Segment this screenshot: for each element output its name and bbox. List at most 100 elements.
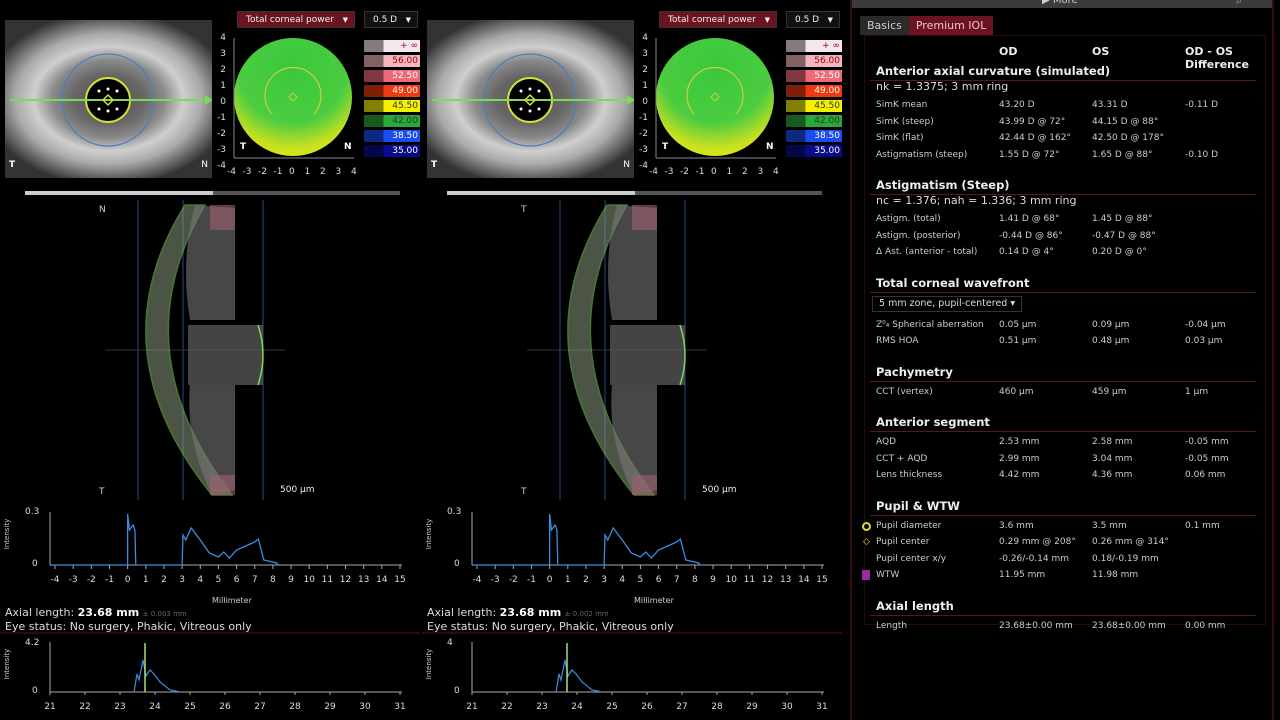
axis-tick: 25 — [184, 702, 196, 712]
table-row: WTW 11.95 mm 11.98 mm — [862, 570, 1256, 582]
axis-tick: -3 — [68, 575, 78, 585]
label: Axial length: — [5, 606, 75, 619]
axis-tick: 1 — [142, 575, 149, 585]
axis-tick: 25 — [606, 702, 618, 712]
difference-value: 0.1 mm — [1185, 520, 1220, 531]
axis-tick: 14 — [798, 575, 810, 585]
table-row: Astigm. (posterior) -0.44 D @ 86° -0.47 D … — [876, 231, 1256, 243]
dropdown-value: 5 mm zone, pupil-centered — [879, 297, 1008, 309]
axis-tick: 26 — [219, 702, 231, 712]
row-label: Astigm. (posterior) — [876, 230, 961, 241]
table-row: Δ Ast. (anterior - total) 0.14 D @ 4° 0.20… — [876, 247, 1256, 259]
row-label: SimK (flat) — [876, 133, 924, 143]
axis-tick: 24 — [571, 702, 583, 712]
axis-tick: 0 — [32, 686, 38, 696]
od-value: -0.26/-0.14 mm — [999, 553, 1070, 564]
axis-tick: 11 — [321, 575, 334, 585]
od-value: 3.6 mm — [999, 520, 1034, 531]
divider — [870, 380, 1256, 382]
section-title: Total corneal wavefront — [876, 275, 1030, 290]
value: ± 0.003 mm — [142, 610, 187, 618]
axis-tick: -1 — [104, 575, 114, 585]
row-label: SimK (steep) — [876, 116, 934, 127]
os-value: 3.04 mm — [1092, 453, 1133, 464]
axis-tick: 4.2 — [25, 638, 40, 648]
od-value: 42.44 D @ 162° — [999, 133, 1071, 143]
os-value: -0.47 D @ 88° — [1092, 230, 1156, 241]
od-value: 4.42 mm — [999, 470, 1040, 480]
axis-tick: -1 — [526, 575, 536, 585]
od-value: 460 µm — [999, 386, 1034, 397]
more-bar[interactable]: ▶ More ⌕ — [852, 0, 1272, 8]
axis-tick: 21 — [466, 702, 478, 712]
axis-tick: 30 — [781, 702, 793, 712]
section-subtitle: nc = 1.376; nah = 1.336; 3 mm ring — [876, 194, 1077, 207]
row-label: Length — [876, 620, 908, 631]
difference-value: -0.10 D — [1185, 149, 1219, 160]
axis-tick: 10 — [725, 575, 737, 585]
row-label: Pupil diameter — [876, 520, 942, 531]
axis-tick: 3 — [601, 575, 607, 585]
axis-tick: 24 — [149, 702, 161, 712]
os-value: 459 µm — [1092, 386, 1127, 397]
table-row: Astigm. (total) 1.41 D @ 68° 1.45 D @ 88° — [876, 214, 1256, 226]
od-value: 0.29 mm @ 208° — [999, 537, 1076, 547]
divider — [870, 514, 1256, 516]
axis-tick: 0.3 — [447, 507, 462, 517]
axis-label: Intensity — [3, 648, 12, 680]
axis-tick: 0 — [454, 559, 460, 569]
axis-tick: 15 — [394, 575, 406, 585]
difference-value: -0.11 D — [1185, 100, 1219, 110]
axis-tick: 4 — [197, 575, 204, 585]
os-value: 42.50 D @ 178° — [1092, 133, 1164, 143]
od-value: 2.53 mm — [999, 437, 1040, 447]
tab-premium-iol[interactable]: Premium IOL — [908, 16, 994, 35]
table-row: Pupil diameter 3.6 mm 3.5 mm 0.1 mm — [862, 520, 1256, 533]
section-title: Pupil & WTW — [876, 498, 960, 513]
axis-tick: 6 — [655, 575, 662, 585]
axis-tick: -4 — [472, 575, 482, 585]
os-value: 2.58 mm — [1092, 437, 1133, 447]
eye-status: Eye status: No surgery, Phakic, Vitreous… — [5, 620, 252, 633]
axis-tick: 27 — [676, 702, 688, 712]
wavefront-zone-dropdown[interactable]: 5 mm zone, pupil-centered ▾ — [872, 295, 1023, 312]
axis-tick: 7 — [673, 575, 680, 585]
axis-label: Intensity — [3, 518, 12, 550]
row-label: AQD — [876, 437, 897, 447]
axis-tick: 5 — [637, 575, 644, 585]
section-title: Axial length — [876, 598, 954, 613]
row-label: Astigm. (total) — [876, 214, 941, 224]
search-icon[interactable]: ⌕ — [1236, 0, 1242, 8]
axis-tick: 0 — [32, 559, 38, 569]
table-row: SimK (steep) 43.99 D @ 72° 44.15 D @ 88° — [876, 117, 1256, 129]
axis-tick: 10 — [303, 575, 315, 585]
eye-panel-os: Total corneal power ▼ 0.5 D ▼ T N 4 3 2 1 0 -1 -2 -3… — [422, 0, 844, 720]
os-value: 11.98 mm — [1092, 570, 1139, 580]
column-header: OS — [1092, 45, 1110, 58]
axis-tick: 29 — [324, 702, 336, 712]
axis-tick: 22 — [79, 702, 91, 712]
os-value: 23.68±0.00 mm — [1092, 620, 1166, 631]
axis-tick: 4 — [619, 575, 626, 585]
od-value: 0.51 µm — [999, 336, 1037, 346]
axis-tick: 11 — [743, 575, 756, 585]
os-value: 1.45 D @ 88° — [1092, 214, 1153, 224]
axis-tick: 12 — [761, 575, 774, 585]
os-value: 1.65 D @ 88° — [1092, 149, 1153, 160]
os-value: 0.09 µm — [1092, 319, 1130, 330]
axis-tick: 28 — [289, 702, 301, 712]
more-button[interactable]: ▶ More — [1042, 0, 1078, 6]
column-header: Difference — [1185, 58, 1249, 71]
axis-tick: 26 — [641, 702, 653, 712]
axis-tick: 22 — [501, 702, 513, 712]
axis-tick: 31 — [394, 702, 406, 712]
label: Axial length: — [427, 606, 497, 619]
os-value: 0.26 mm @ 314° — [1092, 537, 1169, 547]
table-row: Pupil center x/y -0.26/-0.14 mm 0.18/-0.19… — [876, 554, 1256, 566]
axial-length-readout: Axial length: 23.68 mm ± 0.003 mm — [5, 606, 187, 619]
tab-basics[interactable]: Basics — [860, 16, 909, 35]
difference-value: 0.06 mm — [1185, 470, 1226, 480]
axis-tick: 6 — [233, 575, 240, 585]
axis-tick: 31 — [816, 702, 828, 712]
difference-value: 0.00 mm — [1185, 620, 1226, 631]
